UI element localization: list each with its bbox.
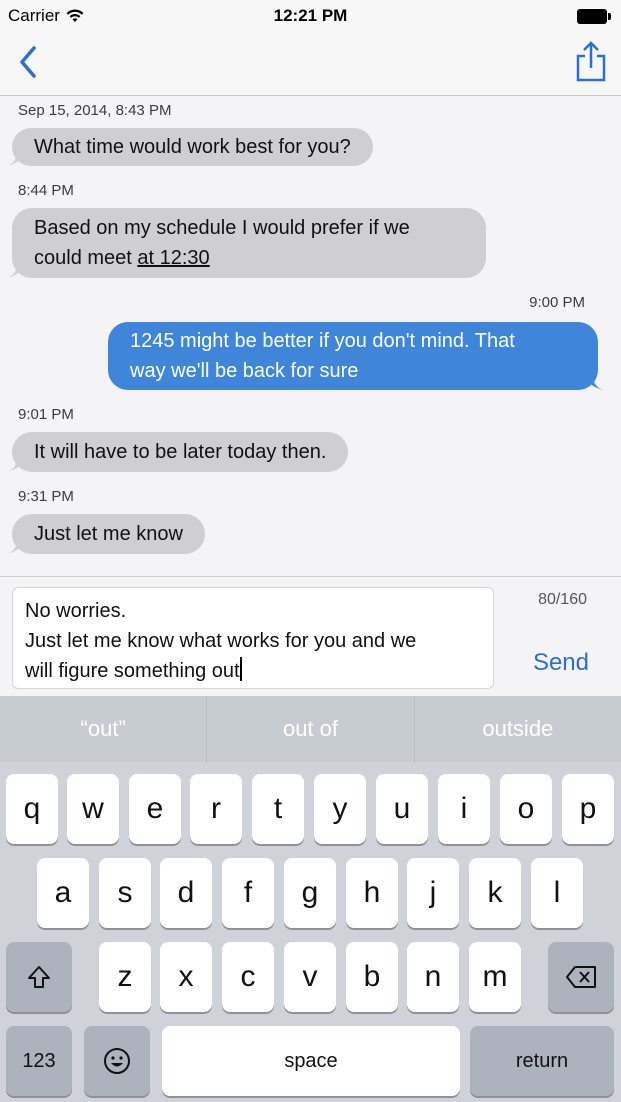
share-button[interactable] — [573, 40, 609, 84]
emoji-icon — [104, 1048, 130, 1074]
numbers-key[interactable]: 123 — [6, 1026, 72, 1096]
message-text: It will have to be later today then. — [34, 441, 327, 463]
key-u[interactable]: u — [376, 774, 428, 844]
message-timestamp: 9:01 PM — [18, 406, 74, 423]
share-icon — [576, 41, 606, 82]
suggestion-bar: “out” out of outside — [0, 696, 621, 762]
input-line: No worries. — [25, 600, 127, 622]
key-k[interactable]: k — [469, 858, 521, 928]
message-timestamp: 9:31 PM — [18, 488, 74, 505]
message-line: 1245 might be better if you don't mind. … — [130, 330, 515, 352]
key-e[interactable]: e — [129, 774, 181, 844]
space-key[interactable]: space — [162, 1026, 460, 1096]
key-f[interactable]: f — [222, 858, 274, 928]
key-c[interactable]: c — [222, 942, 274, 1012]
messages-screen: Carrier 12:21 PM Sep 15, 2014, 8:43 PM W… — [0, 0, 621, 1102]
key-r[interactable]: r — [190, 774, 242, 844]
message-input[interactable]: No worries. Just let me know what works … — [12, 587, 494, 689]
input-line: will figure something out — [25, 656, 481, 686]
key-i[interactable]: i — [438, 774, 490, 844]
message-timestamp: 9:00 PM — [529, 294, 585, 311]
key-m[interactable]: m — [469, 942, 521, 1012]
text-cursor — [239, 657, 242, 681]
time-link[interactable]: at 12:30 — [137, 247, 209, 269]
key-s[interactable]: s — [99, 858, 151, 928]
battery-icon — [577, 9, 611, 24]
chevron-left-icon — [20, 46, 36, 78]
message-text: Just let me know — [34, 523, 183, 545]
backspace-icon — [566, 966, 596, 988]
message-line: way we'll be back for sure — [130, 360, 359, 382]
emoji-key[interactable] — [84, 1026, 150, 1096]
key-q[interactable]: q — [6, 774, 58, 844]
key-j[interactable]: j — [407, 858, 459, 928]
key-b[interactable]: b — [346, 942, 398, 1012]
key-n[interactable]: n — [407, 942, 459, 1012]
input-text: will figure something out — [25, 660, 240, 682]
navigation-bar: Carrier 12:21 PM — [0, 0, 621, 96]
key-v[interactable]: v — [284, 942, 336, 1012]
key-d[interactable]: d — [160, 858, 212, 928]
back-button[interactable] — [14, 42, 44, 82]
message-list: Sep 15, 2014, 8:43 PM What time would wo… — [0, 96, 621, 576]
keyboard: “out” out of outside q w e r t y u i o p… — [0, 696, 621, 1102]
incoming-message-bubble[interactable]: It will have to be later today then. — [6, 432, 349, 472]
outgoing-message-bubble[interactable]: 1245 might be better if you don't mind. … — [108, 322, 604, 390]
key-h[interactable]: h — [346, 858, 398, 928]
compose-bar: No worries. Just let me know what works … — [0, 576, 621, 696]
message-text: What time would work best for you? — [34, 136, 351, 158]
message-timestamp: Sep 15, 2014, 8:43 PM — [18, 102, 172, 119]
suggestion-item[interactable]: “out” — [0, 696, 206, 762]
incoming-message-bubble[interactable]: Just let me know — [6, 514, 205, 554]
message-text: could meet — [34, 247, 138, 269]
character-count: 80/160 — [538, 591, 587, 608]
message-line: Based on my schedule I would prefer if w… — [34, 217, 410, 239]
status-time: 12:21 PM — [273, 6, 348, 25]
suggestion-item[interactable]: outside — [413, 696, 621, 762]
suggestion-item[interactable]: out of — [206, 696, 413, 762]
delete-key[interactable] — [548, 942, 614, 1012]
shift-icon — [28, 966, 50, 988]
message-timestamp: 8:44 PM — [18, 182, 74, 199]
key-y[interactable]: y — [314, 774, 366, 844]
key-w[interactable]: w — [67, 774, 119, 844]
return-key[interactable]: return — [470, 1026, 614, 1096]
input-line: Just let me know what works for you and … — [25, 630, 417, 652]
key-p[interactable]: p — [562, 774, 614, 844]
send-button[interactable]: Send — [533, 649, 589, 677]
key-g[interactable]: g — [284, 858, 336, 928]
key-x[interactable]: x — [160, 942, 212, 1012]
key-z[interactable]: z — [99, 942, 151, 1012]
message-line: could meet at 12:30 — [34, 243, 464, 273]
incoming-message-bubble[interactable]: Based on my schedule I would prefer if w… — [6, 208, 486, 278]
key-a[interactable]: a — [37, 858, 89, 928]
incoming-message-bubble[interactable]: What time would work best for you? — [6, 128, 373, 166]
key-o[interactable]: o — [500, 774, 552, 844]
shift-key[interactable] — [6, 942, 72, 1012]
key-l[interactable]: l — [531, 858, 583, 928]
key-t[interactable]: t — [252, 774, 304, 844]
